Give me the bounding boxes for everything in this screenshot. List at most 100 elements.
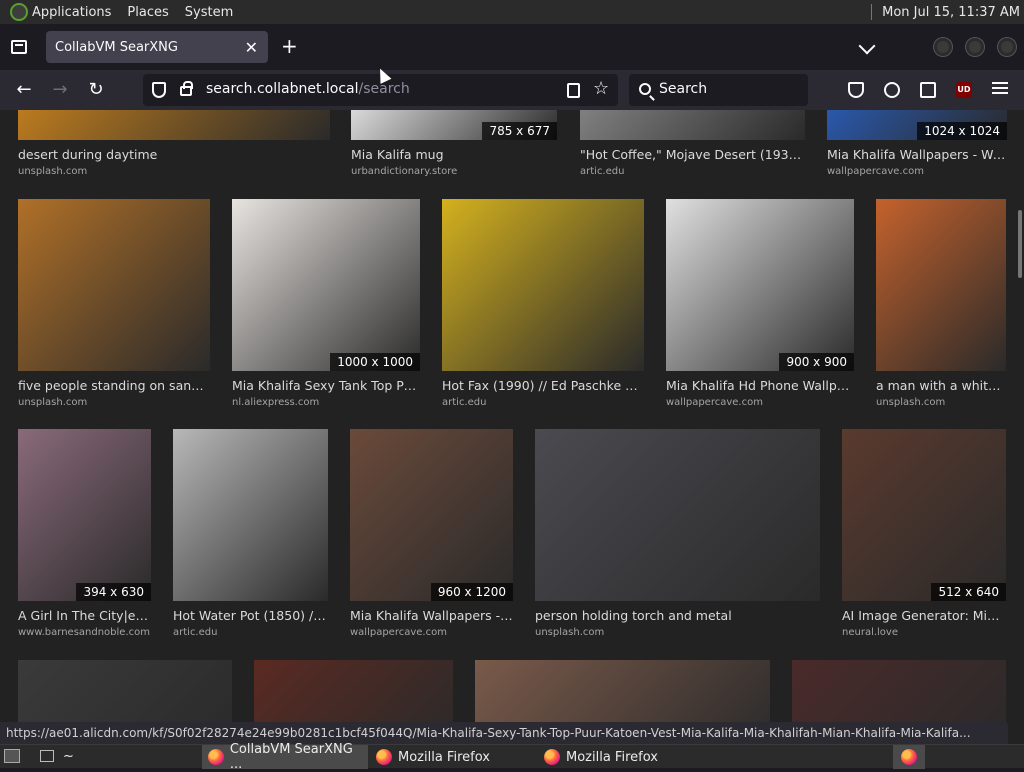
url-text[interactable]: search.collabnet.local/search (206, 81, 410, 97)
result-title[interactable]: "Hot Coffee," Mojave Desert (1937, p... (580, 147, 805, 162)
result-source: wallpapercave.com (666, 397, 763, 408)
bookmark-star-icon[interactable]: ☆ (593, 78, 609, 99)
result-title[interactable]: Hot Fax (1990) // Ed Paschke A... (442, 378, 644, 393)
result-source: wallpapercave.com (827, 166, 924, 177)
minimize-button[interactable] (934, 38, 952, 56)
resolution-badge: 512 x 640 (931, 583, 1006, 601)
result-thumbnail[interactable]: 394 x 630 (18, 429, 151, 601)
result-source: wallpapercave.com (350, 627, 447, 638)
taskbar-item-label: Mozilla Firefox (566, 749, 658, 765)
result-source: artic.edu (173, 627, 218, 638)
result-title[interactable]: Hot Water Pot (1850) // ... (173, 608, 328, 623)
taskbar-item-searxng[interactable]: CollabVM SearXNG ... (202, 742, 368, 772)
firefox-view-icon[interactable] (11, 40, 27, 54)
terminal-icon[interactable] (40, 750, 54, 762)
active-tab[interactable]: CollabVM SearXNG ✕ (46, 31, 268, 63)
search-placeholder: Search (659, 81, 708, 97)
result-source: www.barnesandnoble.com (18, 627, 150, 638)
search-bar[interactable]: Search (629, 74, 808, 106)
account-icon[interactable] (884, 82, 900, 98)
firefox-icon (376, 749, 392, 765)
maximize-button[interactable] (966, 38, 984, 56)
pocket-icon[interactable] (848, 82, 864, 98)
result-thumbnail[interactable]: 1024 x 1024 (827, 110, 1007, 140)
reload-button[interactable]: ↻ (84, 78, 108, 102)
search-icon (639, 83, 651, 95)
result-thumbnail[interactable]: 512 x 640 (842, 429, 1006, 601)
result-title[interactable]: five people standing on sand d... (18, 378, 210, 393)
result-thumbnail[interactable] (173, 429, 328, 601)
result-thumbnail[interactable]: 1000 x 1000 (232, 199, 420, 371)
result-source: neural.love (842, 627, 898, 638)
ublock-origin-icon[interactable]: UD (956, 82, 972, 98)
taskbar-item-firefox-1[interactable]: Mozilla Firefox (370, 745, 536, 769)
url-host: search.collabnet.local (206, 81, 359, 97)
panel-menu: Applications Places System (0, 3, 249, 21)
result-source: unsplash.com (18, 397, 88, 408)
tracking-protection-shield-icon[interactable] (152, 82, 166, 98)
new-tab-button[interactable]: + (281, 36, 298, 56)
result-title[interactable]: Mia Kalifa mug (351, 147, 557, 162)
result-thumbnail[interactable]: 960 x 1200 (350, 429, 513, 601)
resolution-badge: 785 x 677 (482, 122, 557, 140)
panel-clock-area: Mon Jul 15, 11:37 AM (871, 4, 1020, 20)
result-thumbnail[interactable]: 900 x 900 (666, 199, 854, 371)
resolution-badge: 900 x 900 (779, 353, 854, 371)
result-thumbnail[interactable] (535, 429, 820, 601)
back-button[interactable]: ← (12, 78, 36, 102)
resolution-badge: 1024 x 1024 (917, 122, 1007, 140)
panel-clock[interactable]: Mon Jul 15, 11:37 AM (882, 5, 1020, 20)
result-title[interactable]: person holding torch and metal (535, 608, 820, 623)
nav-bar: ← → ↻ search.collabnet.local/search ☆ Se… (0, 70, 1024, 110)
result-title[interactable]: desert during daytime (18, 147, 330, 162)
app-menu-icon[interactable] (992, 82, 1008, 94)
result-thumbnail[interactable] (580, 110, 805, 140)
tab-title: CollabVM SearXNG (55, 39, 178, 55)
result-title[interactable]: Mia Khalifa Wallpapers - ... (350, 608, 513, 623)
close-window-button[interactable] (998, 38, 1016, 56)
search-results-grid: desert during daytime unsplash.com 785 x 6… (0, 110, 1024, 744)
result-title[interactable]: A Girl In The City|eB... (18, 608, 151, 623)
tab-close-icon[interactable]: ✕ (245, 38, 258, 57)
firefox-icon (544, 749, 560, 765)
menu-system[interactable]: System (185, 5, 233, 20)
result-source: unsplash.com (18, 166, 88, 177)
taskbar-item-label: Mozilla Firefox (398, 749, 490, 765)
result-thumbnail[interactable] (876, 199, 1006, 371)
top-panel: Applications Places System Mon Jul 15, 1… (0, 0, 1024, 24)
gnome-logo-icon[interactable] (10, 3, 28, 21)
show-desktop-icon[interactable] (4, 749, 20, 763)
reader-view-icon[interactable] (567, 83, 580, 98)
taskbar-item-firefox-2[interactable]: Mozilla Firefox (538, 745, 704, 769)
lock-icon[interactable] (180, 81, 193, 96)
result-title[interactable]: Mia Khalifa Sexy Tank Top Puu... (232, 378, 420, 393)
result-source: unsplash.com (535, 627, 605, 638)
result-thumbnail[interactable]: 785 x 677 (351, 110, 557, 140)
result-source: artic.edu (442, 397, 487, 408)
bottom-panel: ~ CollabVM SearXNG ... Mozilla Firefox M… (0, 742, 1024, 772)
result-thumbnail[interactable] (442, 199, 644, 371)
result-source: urbandictionary.store (351, 166, 458, 177)
result-title[interactable]: AI Image Generator: Mia K... (842, 608, 1006, 623)
taskbar-firefox-launcher[interactable] (893, 745, 925, 769)
result-source: unsplash.com (876, 397, 946, 408)
home-tilde[interactable]: ~ (63, 749, 74, 764)
result-thumbnail[interactable] (18, 110, 330, 140)
menu-applications[interactable]: Applications (32, 5, 111, 20)
resolution-badge: 394 x 630 (76, 583, 151, 601)
resolution-badge: 1000 x 1000 (330, 353, 420, 371)
panel-separator (871, 4, 873, 20)
tab-strip: CollabVM SearXNG ✕ + (0, 24, 1024, 70)
forward-button[interactable]: → (48, 78, 72, 102)
list-all-tabs-icon[interactable] (858, 37, 876, 55)
result-title[interactable]: Mia Khalifa Hd Phone Wallpap... (666, 378, 854, 393)
link-status-bar: https://ae01.alicdn.com/kf/S0f02f28274e2… (0, 722, 1008, 744)
scrollbar[interactable] (1016, 110, 1024, 744)
result-title[interactable]: a man with a white t... (876, 378, 1006, 393)
result-title[interactable]: Mia Khalifa Wallpapers - Wall... (827, 147, 1007, 162)
scrollbar-thumb[interactable] (1018, 210, 1022, 278)
result-source: nl.aliexpress.com (232, 397, 320, 408)
menu-places[interactable]: Places (127, 5, 168, 20)
extensions-icon[interactable] (920, 82, 936, 98)
result-thumbnail[interactable] (18, 199, 210, 371)
